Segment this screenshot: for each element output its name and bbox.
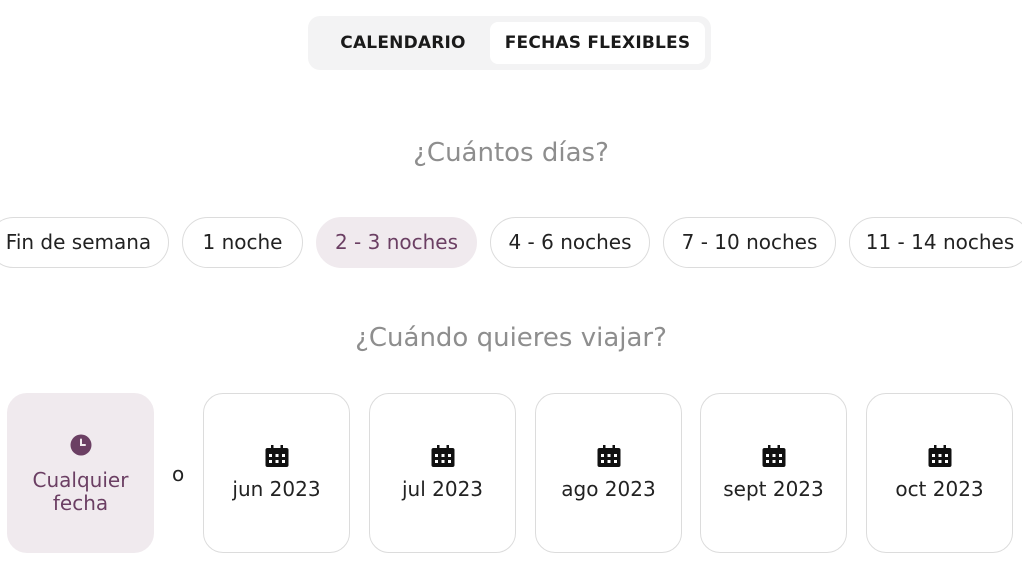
duration-option-11-14-nights[interactable]: 11 - 14 noches	[849, 217, 1022, 268]
date-mode-toggle: CALENDARIO FECHAS FLEXIBLES	[308, 16, 711, 70]
month-label: jun 2023	[232, 477, 321, 501]
month-label: sept 2023	[723, 477, 824, 501]
calendar-icon	[762, 445, 785, 467]
duration-option-4-6-nights[interactable]: 4 - 6 noches	[490, 217, 650, 268]
or-separator: o	[172, 462, 185, 486]
calendar-icon	[265, 445, 288, 467]
calendar-tab[interactable]: CALENDARIO	[318, 22, 488, 64]
month-card-oct-2023[interactable]: oct 2023	[866, 393, 1013, 553]
duration-option-7-10-nights[interactable]: 7 - 10 noches	[663, 217, 836, 268]
flexible-dates-tab[interactable]: FECHAS FLEXIBLES	[490, 22, 705, 64]
month-card-jul-2023[interactable]: jul 2023	[369, 393, 516, 553]
clock-icon	[70, 434, 91, 456]
month-label: ago 2023	[561, 477, 656, 501]
any-date-label: Cualquier fecha	[8, 469, 153, 515]
month-label: oct 2023	[895, 477, 984, 501]
duration-option-2-3-nights[interactable]: 2 - 3 noches	[316, 217, 477, 268]
calendar-icon	[431, 445, 454, 467]
any-date-card[interactable]: Cualquier fecha	[7, 393, 154, 553]
duration-option-1-night[interactable]: 1 noche	[182, 217, 303, 268]
calendar-icon	[597, 445, 620, 467]
any-date-label-line1: Cualquier	[32, 468, 129, 492]
month-label: jul 2023	[401, 477, 484, 501]
month-card-jun-2023[interactable]: jun 2023	[203, 393, 350, 553]
duration-option-weekend[interactable]: Fin de semana	[0, 217, 169, 268]
duration-heading: ¿Cuántos días?	[413, 138, 609, 168]
calendar-icon	[928, 445, 951, 467]
when-heading: ¿Cuándo quieres viajar?	[355, 323, 667, 353]
month-card-sept-2023[interactable]: sept 2023	[700, 393, 847, 553]
month-card-ago-2023[interactable]: ago 2023	[535, 393, 682, 553]
any-date-label-line2: fecha	[52, 491, 109, 515]
